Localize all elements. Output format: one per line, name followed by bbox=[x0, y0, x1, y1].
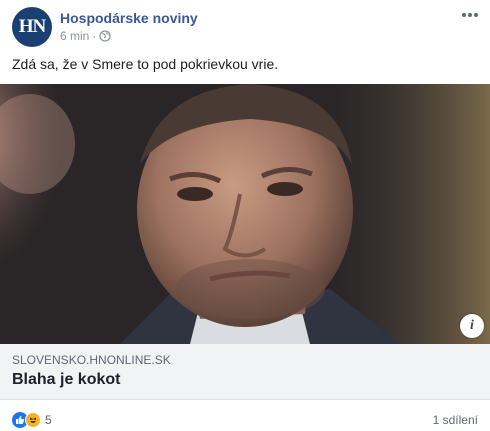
globe-icon bbox=[99, 30, 111, 42]
avatar-text: HN bbox=[18, 16, 46, 37]
post-footer: 5 1 sdílení bbox=[12, 410, 478, 430]
post-text: Zdá sa, že v Smere to pod pokrievkou vri… bbox=[12, 56, 279, 72]
facebook-post: HN Hospodárske noviny 6 min · Zdá sa, že… bbox=[0, 0, 490, 431]
post-meta: 6 min · bbox=[60, 29, 111, 43]
more-horizontal-icon[interactable] bbox=[460, 9, 480, 23]
page-name-link[interactable]: Hospodárske noviny bbox=[60, 10, 198, 26]
link-domain: SLOVENSKO.HNONLINE.SK bbox=[12, 353, 171, 367]
portrait-photo bbox=[0, 84, 490, 344]
post-header: HN Hospodárske noviny 6 min · bbox=[12, 7, 480, 49]
shares-count[interactable]: 1 sdílení bbox=[433, 413, 478, 427]
info-glyph: i bbox=[470, 318, 474, 333]
link-caption[interactable]: SLOVENSKO.HNONLINE.SK Blaha je kokot bbox=[0, 344, 490, 400]
link-preview-image[interactable]: i bbox=[0, 84, 490, 344]
info-icon[interactable]: i bbox=[460, 314, 484, 338]
post-timestamp[interactable]: 6 min bbox=[60, 29, 89, 43]
page-avatar[interactable]: HN bbox=[12, 7, 52, 47]
reaction-count: 5 bbox=[45, 413, 52, 427]
meta-separator: · bbox=[92, 29, 97, 43]
haha-icon bbox=[25, 412, 41, 428]
reactions-summary[interactable]: 5 bbox=[12, 412, 52, 428]
link-title[interactable]: Blaha je kokot bbox=[12, 371, 120, 389]
